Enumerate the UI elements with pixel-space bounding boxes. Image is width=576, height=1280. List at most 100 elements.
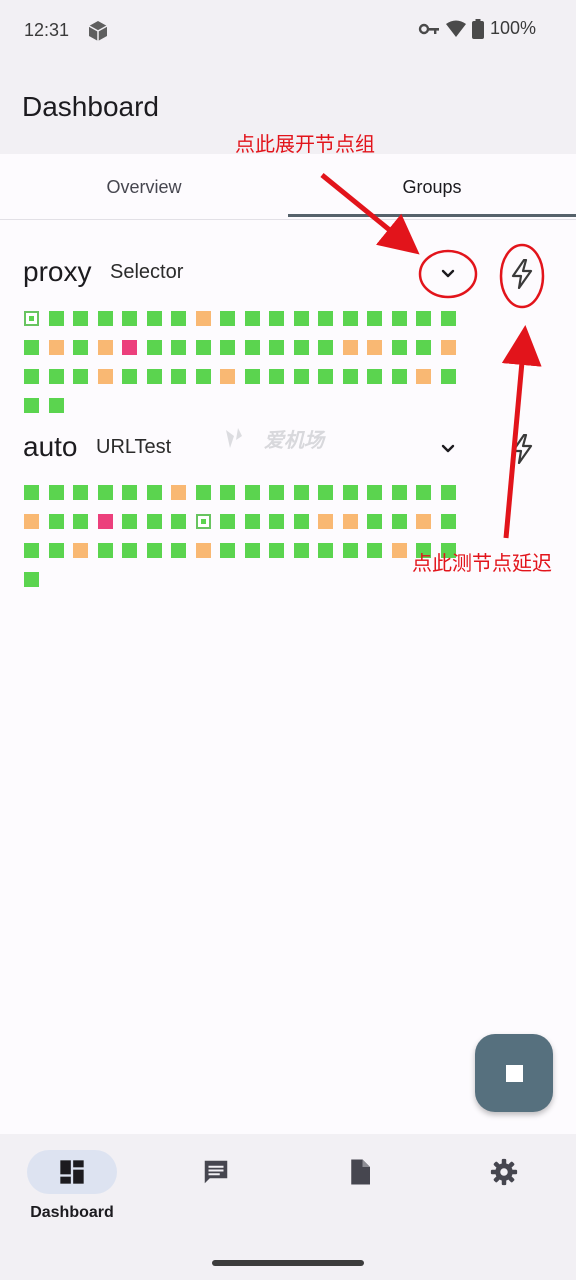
proxy-node-cell[interactable] — [416, 340, 431, 355]
proxy-node-cell[interactable] — [342, 514, 358, 529]
proxy-node-cell[interactable] — [97, 369, 113, 384]
proxy-node-cell[interactable] — [269, 514, 284, 529]
proxy-node-cell[interactable] — [367, 485, 382, 500]
stop-fab-button[interactable] — [475, 1034, 553, 1112]
proxy-node-cell[interactable] — [73, 543, 88, 558]
proxy-node-cell[interactable] — [244, 311, 260, 326]
proxy-node-cell[interactable] — [171, 514, 186, 529]
proxy-node-cell[interactable] — [293, 485, 309, 500]
proxy-node-cell[interactable] — [24, 369, 39, 384]
proxy-node-cell[interactable] — [122, 543, 137, 558]
proxy-node-cell[interactable] — [146, 543, 162, 558]
proxy-node-cell[interactable] — [318, 311, 333, 326]
proxy-node-cell[interactable] — [391, 485, 407, 500]
proxy-node-cell[interactable] — [122, 340, 137, 355]
proxy-node-cell[interactable] — [220, 485, 235, 500]
proxy-node-cell[interactable] — [367, 311, 382, 326]
proxy-node-cell[interactable] — [416, 485, 431, 500]
proxy-node-cell[interactable] — [440, 514, 456, 529]
proxy-node-cell[interactable] — [24, 311, 39, 326]
latency-test-button[interactable] — [498, 250, 546, 298]
proxy-node-cell[interactable] — [293, 543, 309, 558]
proxy-node-cell[interactable] — [97, 543, 113, 558]
proxy-node-cell[interactable] — [73, 311, 88, 326]
proxy-node-cell[interactable] — [244, 340, 260, 355]
proxy-node-cell[interactable] — [146, 369, 162, 384]
proxy-node-cell[interactable] — [24, 543, 39, 558]
proxy-node-cell[interactable] — [244, 543, 260, 558]
proxy-node-cell[interactable] — [171, 340, 186, 355]
proxy-node-cell[interactable] — [440, 485, 456, 500]
proxy-node-cell[interactable] — [220, 514, 235, 529]
proxy-node-cell[interactable] — [440, 340, 456, 355]
proxy-node-cell[interactable] — [269, 311, 284, 326]
proxy-node-cell[interactable] — [122, 311, 137, 326]
proxy-node-cell[interactable] — [73, 514, 88, 529]
proxy-node-cell[interactable] — [293, 340, 309, 355]
proxy-node-cell[interactable] — [48, 398, 64, 413]
proxy-node-cell[interactable] — [24, 398, 39, 413]
proxy-node-cell[interactable] — [342, 340, 358, 355]
proxy-node-cell[interactable] — [122, 485, 137, 500]
proxy-node-cell[interactable] — [416, 311, 431, 326]
proxy-node-cell[interactable] — [391, 340, 407, 355]
proxy-node-cell[interactable] — [293, 514, 309, 529]
proxy-node-cell[interactable] — [293, 369, 309, 384]
proxy-node-cell[interactable] — [367, 543, 382, 558]
proxy-node-cell[interactable] — [367, 340, 382, 355]
proxy-node-cell[interactable] — [269, 369, 284, 384]
proxy-node-cell[interactable] — [24, 514, 39, 529]
proxy-node-cell[interactable] — [342, 485, 358, 500]
proxy-node-cell[interactable] — [122, 369, 137, 384]
proxy-node-cell[interactable] — [171, 369, 186, 384]
proxy-node-cell[interactable] — [146, 485, 162, 500]
proxy-node-cell[interactable] — [97, 485, 113, 500]
proxy-node-cell[interactable] — [146, 514, 162, 529]
proxy-node-cell[interactable] — [440, 311, 456, 326]
proxy-node-cell[interactable] — [48, 543, 64, 558]
tab-groups[interactable]: Groups — [288, 154, 576, 220]
proxy-node-cell[interactable] — [195, 514, 211, 529]
proxy-node-cell[interactable] — [73, 369, 88, 384]
proxy-node-cell[interactable] — [97, 311, 113, 326]
proxy-node-cell[interactable] — [244, 485, 260, 500]
proxy-node-cell[interactable] — [318, 340, 333, 355]
proxy-node-cell[interactable] — [24, 572, 39, 587]
proxy-node-cell[interactable] — [171, 543, 186, 558]
proxy-node-cell[interactable] — [416, 514, 431, 529]
proxy-node-cell[interactable] — [367, 514, 382, 529]
proxy-node-cell[interactable] — [73, 340, 88, 355]
proxy-node-cell[interactable] — [391, 311, 407, 326]
expand-button[interactable] — [424, 425, 472, 473]
proxy-node-cell[interactable] — [244, 514, 260, 529]
proxy-node-cell[interactable] — [391, 543, 407, 558]
proxy-node-cell[interactable] — [48, 369, 64, 384]
proxy-node-cell[interactable] — [440, 369, 456, 384]
tab-overview[interactable]: Overview — [0, 154, 288, 220]
proxy-node-cell[interactable] — [342, 311, 358, 326]
expand-button[interactable] — [424, 250, 472, 298]
group-header-proxy[interactable]: proxy Selector — [0, 246, 576, 302]
nav-item-settings[interactable] — [432, 1150, 576, 1194]
proxy-node-cell[interactable] — [220, 340, 235, 355]
proxy-node-cell[interactable] — [24, 485, 39, 500]
latency-test-button[interactable] — [498, 425, 546, 473]
proxy-node-cell[interactable] — [342, 543, 358, 558]
proxy-node-cell[interactable] — [195, 543, 211, 558]
proxy-node-cell[interactable] — [318, 543, 333, 558]
proxy-node-cell[interactable] — [195, 311, 211, 326]
proxy-node-cell[interactable] — [171, 311, 186, 326]
proxy-node-cell[interactable] — [391, 514, 407, 529]
proxy-node-cell[interactable] — [342, 369, 358, 384]
proxy-node-cell[interactable] — [195, 485, 211, 500]
proxy-node-cell[interactable] — [48, 311, 64, 326]
proxy-node-cell[interactable] — [195, 340, 211, 355]
proxy-node-cell[interactable] — [318, 514, 333, 529]
proxy-node-cell[interactable] — [97, 340, 113, 355]
proxy-node-cell[interactable] — [122, 514, 137, 529]
proxy-node-cell[interactable] — [318, 369, 333, 384]
proxy-node-cell[interactable] — [146, 340, 162, 355]
proxy-node-cell[interactable] — [48, 514, 64, 529]
nav-item-files[interactable] — [288, 1150, 432, 1194]
proxy-node-cell[interactable] — [48, 340, 64, 355]
